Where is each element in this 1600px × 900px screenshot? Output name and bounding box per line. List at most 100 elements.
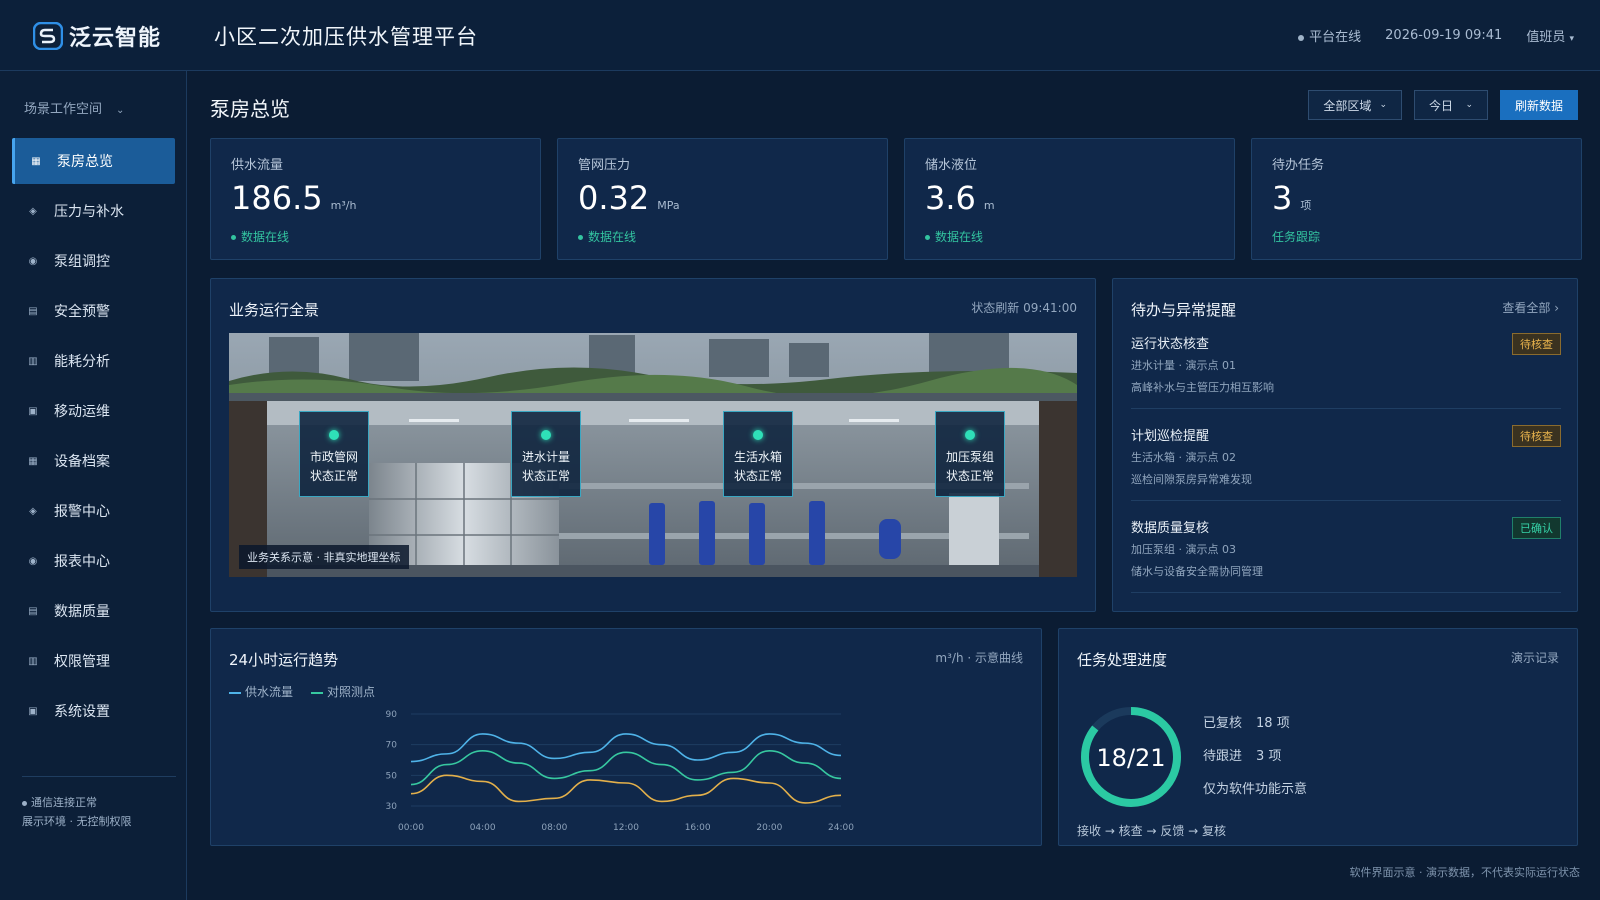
page-title: 泵房总览 — [210, 97, 290, 121]
square-icon: ▣ — [28, 705, 38, 717]
brand-logo[interactable]: 泛云智能 — [33, 20, 161, 52]
sidebar-item-12[interactable]: ▣ 系统设置 — [12, 688, 175, 734]
progress-ring: 18/21 — [1081, 707, 1181, 807]
todo-alert-card: 待办与异常提醒 查看全部 › 运行状态核查 进水计量 · 演示点 01 高峰补水与主… — [1112, 278, 1578, 612]
trend-line-chart: 30 50 70 90 00:00 04:00 08:00 12:00 16:00 20:00 24… — [386, 710, 855, 833]
sidebar-item-label: 系统设置 — [54, 704, 110, 720]
y-tick-label: 90 — [386, 710, 398, 720]
scene-node-status[interactable]: 进水计量 状态正常 — [511, 411, 581, 497]
alert-item[interactable]: 运行状态核查 进水计量 · 演示点 01 高峰补水与主管压力相互影响 待核查 — [1131, 333, 1561, 409]
sidebar-item-label: 数据质量 — [54, 604, 110, 620]
demo-note: 仅为软件功能示意 — [1203, 782, 1308, 797]
sidebar-item-1[interactable]: ▦ 泵房总览 — [12, 138, 175, 184]
bars-icon: ▥ — [28, 355, 38, 367]
sidebar-item-7[interactable]: ▦ 设备档案 — [12, 438, 175, 484]
alert-title: 数据质量复核 — [1131, 521, 1210, 536]
area-filter-select[interactable]: 全部区域 ⌄ — [1308, 90, 1402, 120]
brand-s-icon — [33, 22, 63, 50]
status-led-icon — [965, 430, 975, 440]
node-name: 进水计量 — [521, 450, 570, 464]
kpi-card[interactable]: 储水液位 3.6 m 数据在线 — [904, 138, 1235, 260]
series-line-3 — [410, 774, 842, 804]
sidebar-item-label: 泵房总览 — [57, 154, 113, 170]
x-tick-label: 08:00 — [541, 823, 567, 833]
sidebar-item-10[interactable]: ▤ 数据质量 — [12, 588, 175, 634]
status-badge[interactable]: 已确认 — [1512, 517, 1561, 539]
app-title: 小区二次加压供水管理平台 — [214, 25, 478, 49]
kpi-card[interactable]: 供水流量 186.5 m³/h 数据在线 — [210, 138, 541, 260]
series-line-1 — [410, 733, 842, 763]
alert-description: 储水与设备安全需协同管理 — [1131, 565, 1263, 578]
scene-caption: 业务关系示意 · 非真实地理坐标 — [239, 545, 409, 569]
kpi-value: 0.32 MPa — [578, 179, 680, 217]
workspace-selector[interactable]: 场景工作空间 ⌄ — [24, 98, 124, 117]
x-tick-label: 20:00 — [756, 823, 782, 833]
grid-icon: ▦ — [28, 455, 38, 467]
progress-stats: 已复核 18 项 待跟进 3 项 仅为软件功能示意 — [1203, 707, 1307, 806]
sidebar-item-9[interactable]: ◉ 报表中心 — [12, 538, 175, 584]
card-title: 业务运行全景 — [229, 301, 320, 319]
status-dot-icon — [22, 800, 27, 806]
sidebar-item-8[interactable]: ◈ 报警中心 — [12, 488, 175, 534]
alert-title: 运行状态核查 — [1131, 337, 1210, 352]
sidebar-item-label: 移动运维 — [54, 404, 110, 420]
list-icon: ▤ — [28, 605, 38, 617]
sidebar-item-3[interactable]: ◉ 泵组调控 — [12, 238, 175, 284]
date-filter-select[interactable]: 今日 ⌄ — [1413, 90, 1488, 120]
alert-item[interactable]: 计划巡检提醒 生活水箱 · 演示点 02 巡检间隙泵房异常难发现 待核查 — [1131, 425, 1561, 501]
alert-item[interactable]: 数据质量复核加压泵组 · 演示点 03 储水与设备安全需协同管理 已确认 — [1131, 517, 1561, 593]
sidebar-item-5[interactable]: ▥ 能耗分析 — [12, 338, 175, 384]
sidebar-item-label: 安全预警 — [54, 304, 110, 320]
brand-name: 泛云智能 — [69, 26, 162, 51]
node-status: 状态正常 — [521, 469, 570, 483]
y-tick-label: 30 — [386, 802, 398, 812]
kpi-card[interactable]: 管网压力 0.32 MPa 数据在线 — [557, 138, 888, 260]
kpi-value: 3.6 m — [925, 179, 995, 217]
alert-description: 巡检间隙泵房异常难发现 — [1131, 473, 1252, 486]
x-tick-label: 16:00 — [685, 823, 711, 833]
kpi-label: 待办任务 — [1272, 158, 1325, 173]
platform-status: 平台在线 — [1298, 26, 1361, 45]
task-progress-card: 任务处理进度 演示记录 18/21 已复核 18 项 待跟进 3 项 仅为软件功能示… — [1058, 628, 1578, 846]
x-tick-label: 00:00 — [398, 823, 424, 833]
status-led-icon — [541, 430, 551, 440]
trend-card: 24小时运行趋势 m³/h · 示意曲线 供水流量 对照测点 30 50 70 90 0… — [210, 628, 1042, 846]
scene-node-status[interactable]: 市政管网 状态正常 — [299, 411, 369, 497]
status-badge[interactable]: 待核查 — [1512, 333, 1561, 355]
list-icon: ▤ — [28, 305, 38, 317]
sidebar-item-6[interactable]: ▣ 移动运维 — [12, 388, 175, 434]
user-menu[interactable]: 值班员 ▾ — [1526, 26, 1574, 45]
x-tick-label: 12:00 — [613, 823, 639, 833]
sidebar-item-11[interactable]: ▥ 权限管理 — [12, 638, 175, 684]
node-name: 加压泵组 — [945, 450, 994, 464]
reviewed-row: 已复核 18 项 — [1203, 716, 1290, 731]
status-badge[interactable]: 待核查 — [1512, 425, 1561, 447]
environment-note: 展示环境 · 无控制权限 — [22, 815, 132, 828]
alert-location: 加压泵组 · 演示点 03 — [1131, 543, 1236, 556]
chevron-down-icon: ⌄ — [1465, 100, 1473, 110]
sidebar-item-2[interactable]: ◈ 压力与补水 — [12, 188, 175, 234]
kpi-label: 供水流量 — [231, 158, 284, 173]
status-dot-icon — [231, 235, 236, 240]
diamond-icon: ◈ — [29, 505, 37, 517]
scene-node-status[interactable]: 生活水箱 状态正常 — [723, 411, 793, 497]
series-line-2 — [410, 749, 842, 786]
sidebar-item-label: 报警中心 — [54, 504, 110, 520]
sidebar-item-4[interactable]: ▤ 安全预警 — [12, 288, 175, 334]
x-tick-label: 04:00 — [470, 823, 496, 833]
sidebar-item-label: 报表中心 — [54, 554, 110, 570]
kpi-label: 储水液位 — [925, 158, 978, 173]
view-all-link[interactable]: 查看全部 › — [1502, 299, 1559, 316]
sidebar-item-label: 能耗分析 — [54, 354, 110, 370]
refresh-button[interactable]: 刷新数据 — [1499, 90, 1578, 120]
kpi-card[interactable]: 待办任务 3 项任务跟踪 — [1251, 138, 1582, 260]
kpi-status: 数据在线 — [925, 228, 983, 245]
alert-location: 进水计量 · 演示点 01 — [1131, 359, 1236, 372]
status-dot-icon — [578, 235, 583, 240]
bars-icon: ▥ — [28, 655, 38, 667]
kpi-value: 186.5 m³/h — [231, 179, 357, 217]
node-status: 状态正常 — [733, 469, 782, 483]
alert-title: 计划巡检提醒 — [1131, 429, 1210, 444]
scene-node-status[interactable]: 加压泵组 状态正常 — [935, 411, 1005, 497]
sidebar-item-label: 权限管理 — [54, 654, 110, 670]
